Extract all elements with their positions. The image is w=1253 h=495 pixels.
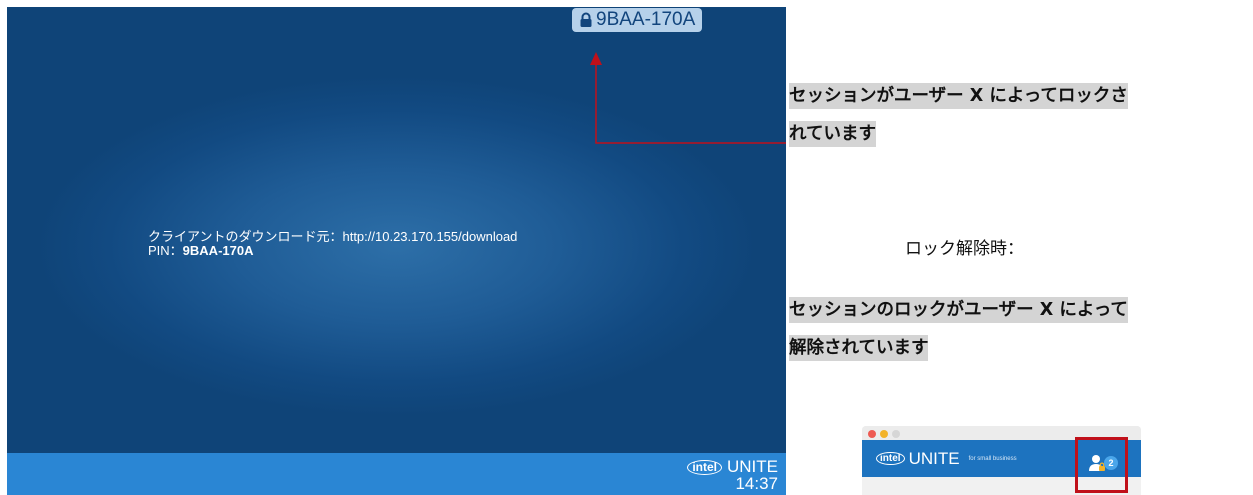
unlocked-callout: セッションのロックがユーザー X によって 解除されています: [789, 291, 1128, 367]
taskbar: intel UNITE 14:37: [7, 453, 786, 495]
client-info: クライアントのダウンロード元：http://10.23.170.155/down…: [148, 230, 517, 258]
pin-badge-text: 9BAA-170A: [596, 9, 696, 30]
locked-callout: セッションがユーザー X によってロックさ れています: [789, 77, 1128, 153]
intel-logo: intel: [687, 459, 722, 475]
locked-callout-line2: れています: [789, 121, 876, 147]
pin-label: PIN：: [148, 243, 183, 258]
mini-intel-logo: intel: [876, 452, 905, 465]
minimize-dot-icon[interactable]: [880, 430, 888, 438]
session-pin-badge[interactable]: 9BAA-170A: [572, 8, 703, 32]
mini-subtitle: for small business: [968, 455, 1017, 462]
close-dot-icon[interactable]: [868, 430, 876, 438]
client-download-text: クライアントのダウンロード元：http://10.23.170.155/down…: [148, 229, 518, 244]
lock-icon: [578, 12, 594, 28]
clock: 14:37: [735, 474, 778, 493]
presentation-screen: 9BAA-170A クライアントのダウンロード元：http://10.23.17…: [7, 7, 786, 495]
users-button-highlight: [1075, 437, 1128, 493]
pin-line: PIN：9BAA-170A: [148, 244, 517, 258]
locked-callout-line1: セッションがユーザー X によってロックさ: [789, 83, 1128, 109]
unlock-label: ロック解除時：: [905, 239, 1024, 259]
mini-intel-unite-logo: intel UNITE for small business: [876, 449, 1017, 469]
unlocked-callout-line2: 解除されています: [789, 335, 929, 361]
pin-value: 9BAA-170A: [182, 243, 254, 258]
maximize-dot-icon[interactable]: [892, 430, 900, 438]
mini-unite-wordmark: UNITE: [908, 448, 960, 468]
unlocked-callout-line1: セッションのロックがユーザー X によって: [789, 297, 1128, 323]
